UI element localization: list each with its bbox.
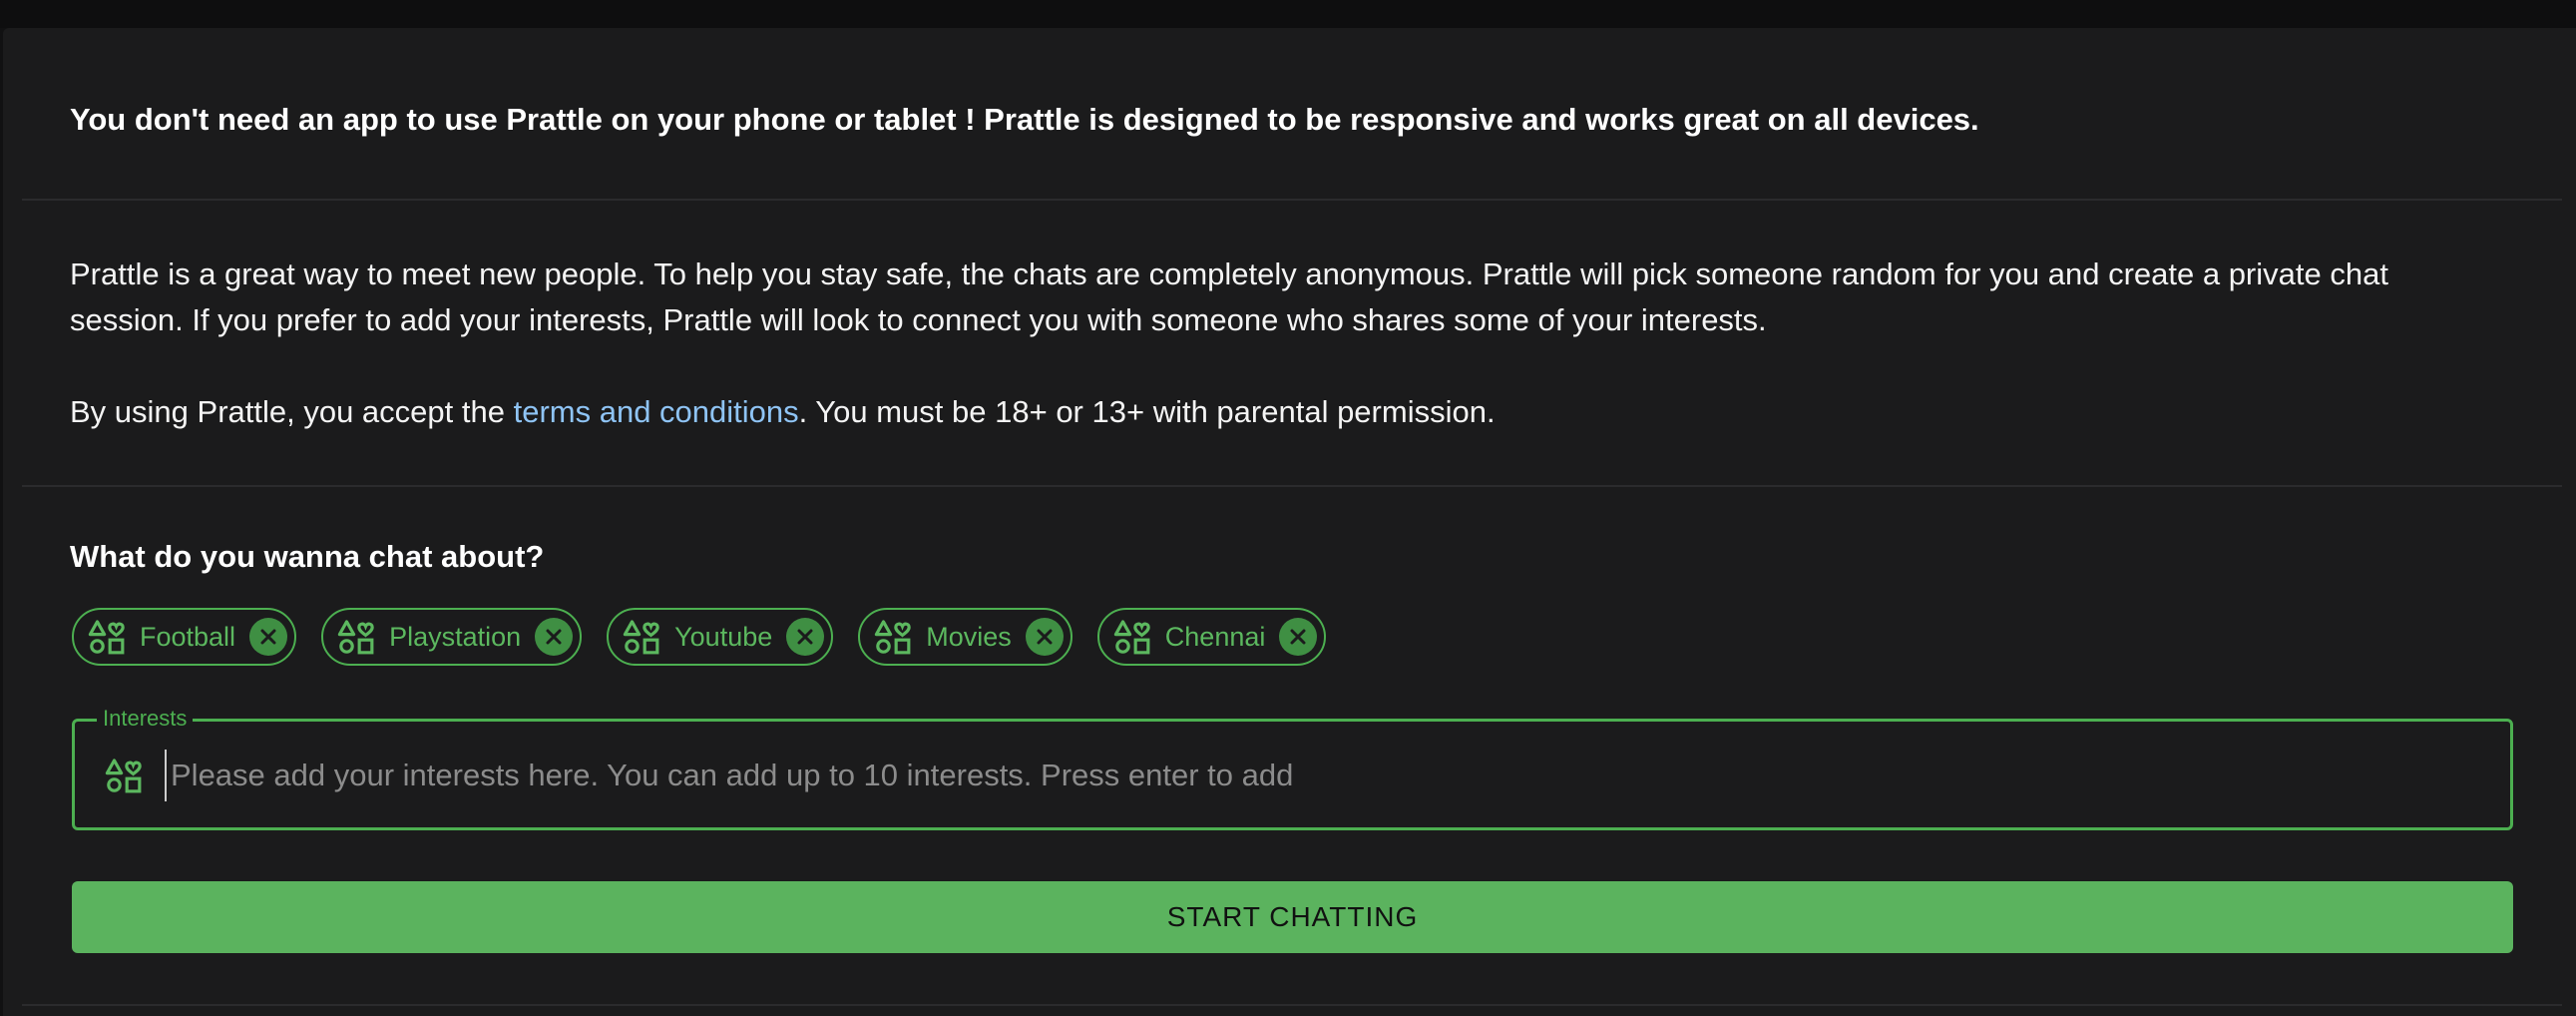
chip-label: Chennai (1164, 621, 1266, 652)
divider (22, 1004, 2562, 1006)
main-panel (3, 28, 2576, 1016)
interest-chip[interactable]: Movies (858, 608, 1073, 666)
interests-icon (88, 618, 126, 656)
interests-icon (1113, 618, 1151, 656)
close-circle-icon[interactable] (1025, 618, 1064, 656)
interest-chips: Football Playstation Youtube Movies Chen… (72, 608, 1327, 666)
interests-icon (105, 757, 143, 794)
interests-icon (337, 618, 375, 656)
interests-field: Interests (72, 706, 2513, 830)
chip-label: Playstation (389, 621, 522, 652)
terms-link[interactable]: terms and conditions (514, 394, 799, 429)
close-circle-icon[interactable] (786, 618, 825, 656)
interest-chip[interactable]: Chennai (1096, 608, 1327, 666)
intro-paragraph: Prattle is a great way to meet new peopl… (70, 256, 2388, 337)
terms-paragraph: By using Prattle, you accept the terms a… (70, 389, 2504, 435)
close-circle-icon[interactable] (535, 618, 574, 656)
interests-question: What do you wanna chat about? (70, 539, 545, 574)
interest-chip[interactable]: Playstation (321, 608, 583, 666)
chip-label: Football (140, 621, 236, 652)
interests-field-label: Interests (97, 706, 194, 732)
close-circle-icon[interactable] (249, 618, 288, 656)
terms-prefix: By using Prattle, you accept the (70, 394, 514, 429)
interests-icon (623, 618, 660, 656)
close-circle-icon[interactable] (1279, 618, 1318, 656)
start-chatting-button[interactable]: START CHATTING (72, 881, 2513, 953)
divider (22, 199, 2562, 201)
terms-suffix: . You must be 18+ or 13+ with parental p… (798, 394, 1496, 429)
top-bar (0, 0, 2576, 28)
interests-input[interactable] (165, 750, 2487, 801)
chip-label: Youtube (674, 621, 773, 652)
interests-icon (874, 618, 912, 656)
interest-chip[interactable]: Football (72, 608, 297, 666)
chip-label: Movies (926, 621, 1012, 652)
responsive-notice: You don't need an app to use Prattle on … (70, 102, 1979, 137)
divider (22, 485, 2562, 487)
interest-chip[interactable]: Youtube (607, 608, 834, 666)
